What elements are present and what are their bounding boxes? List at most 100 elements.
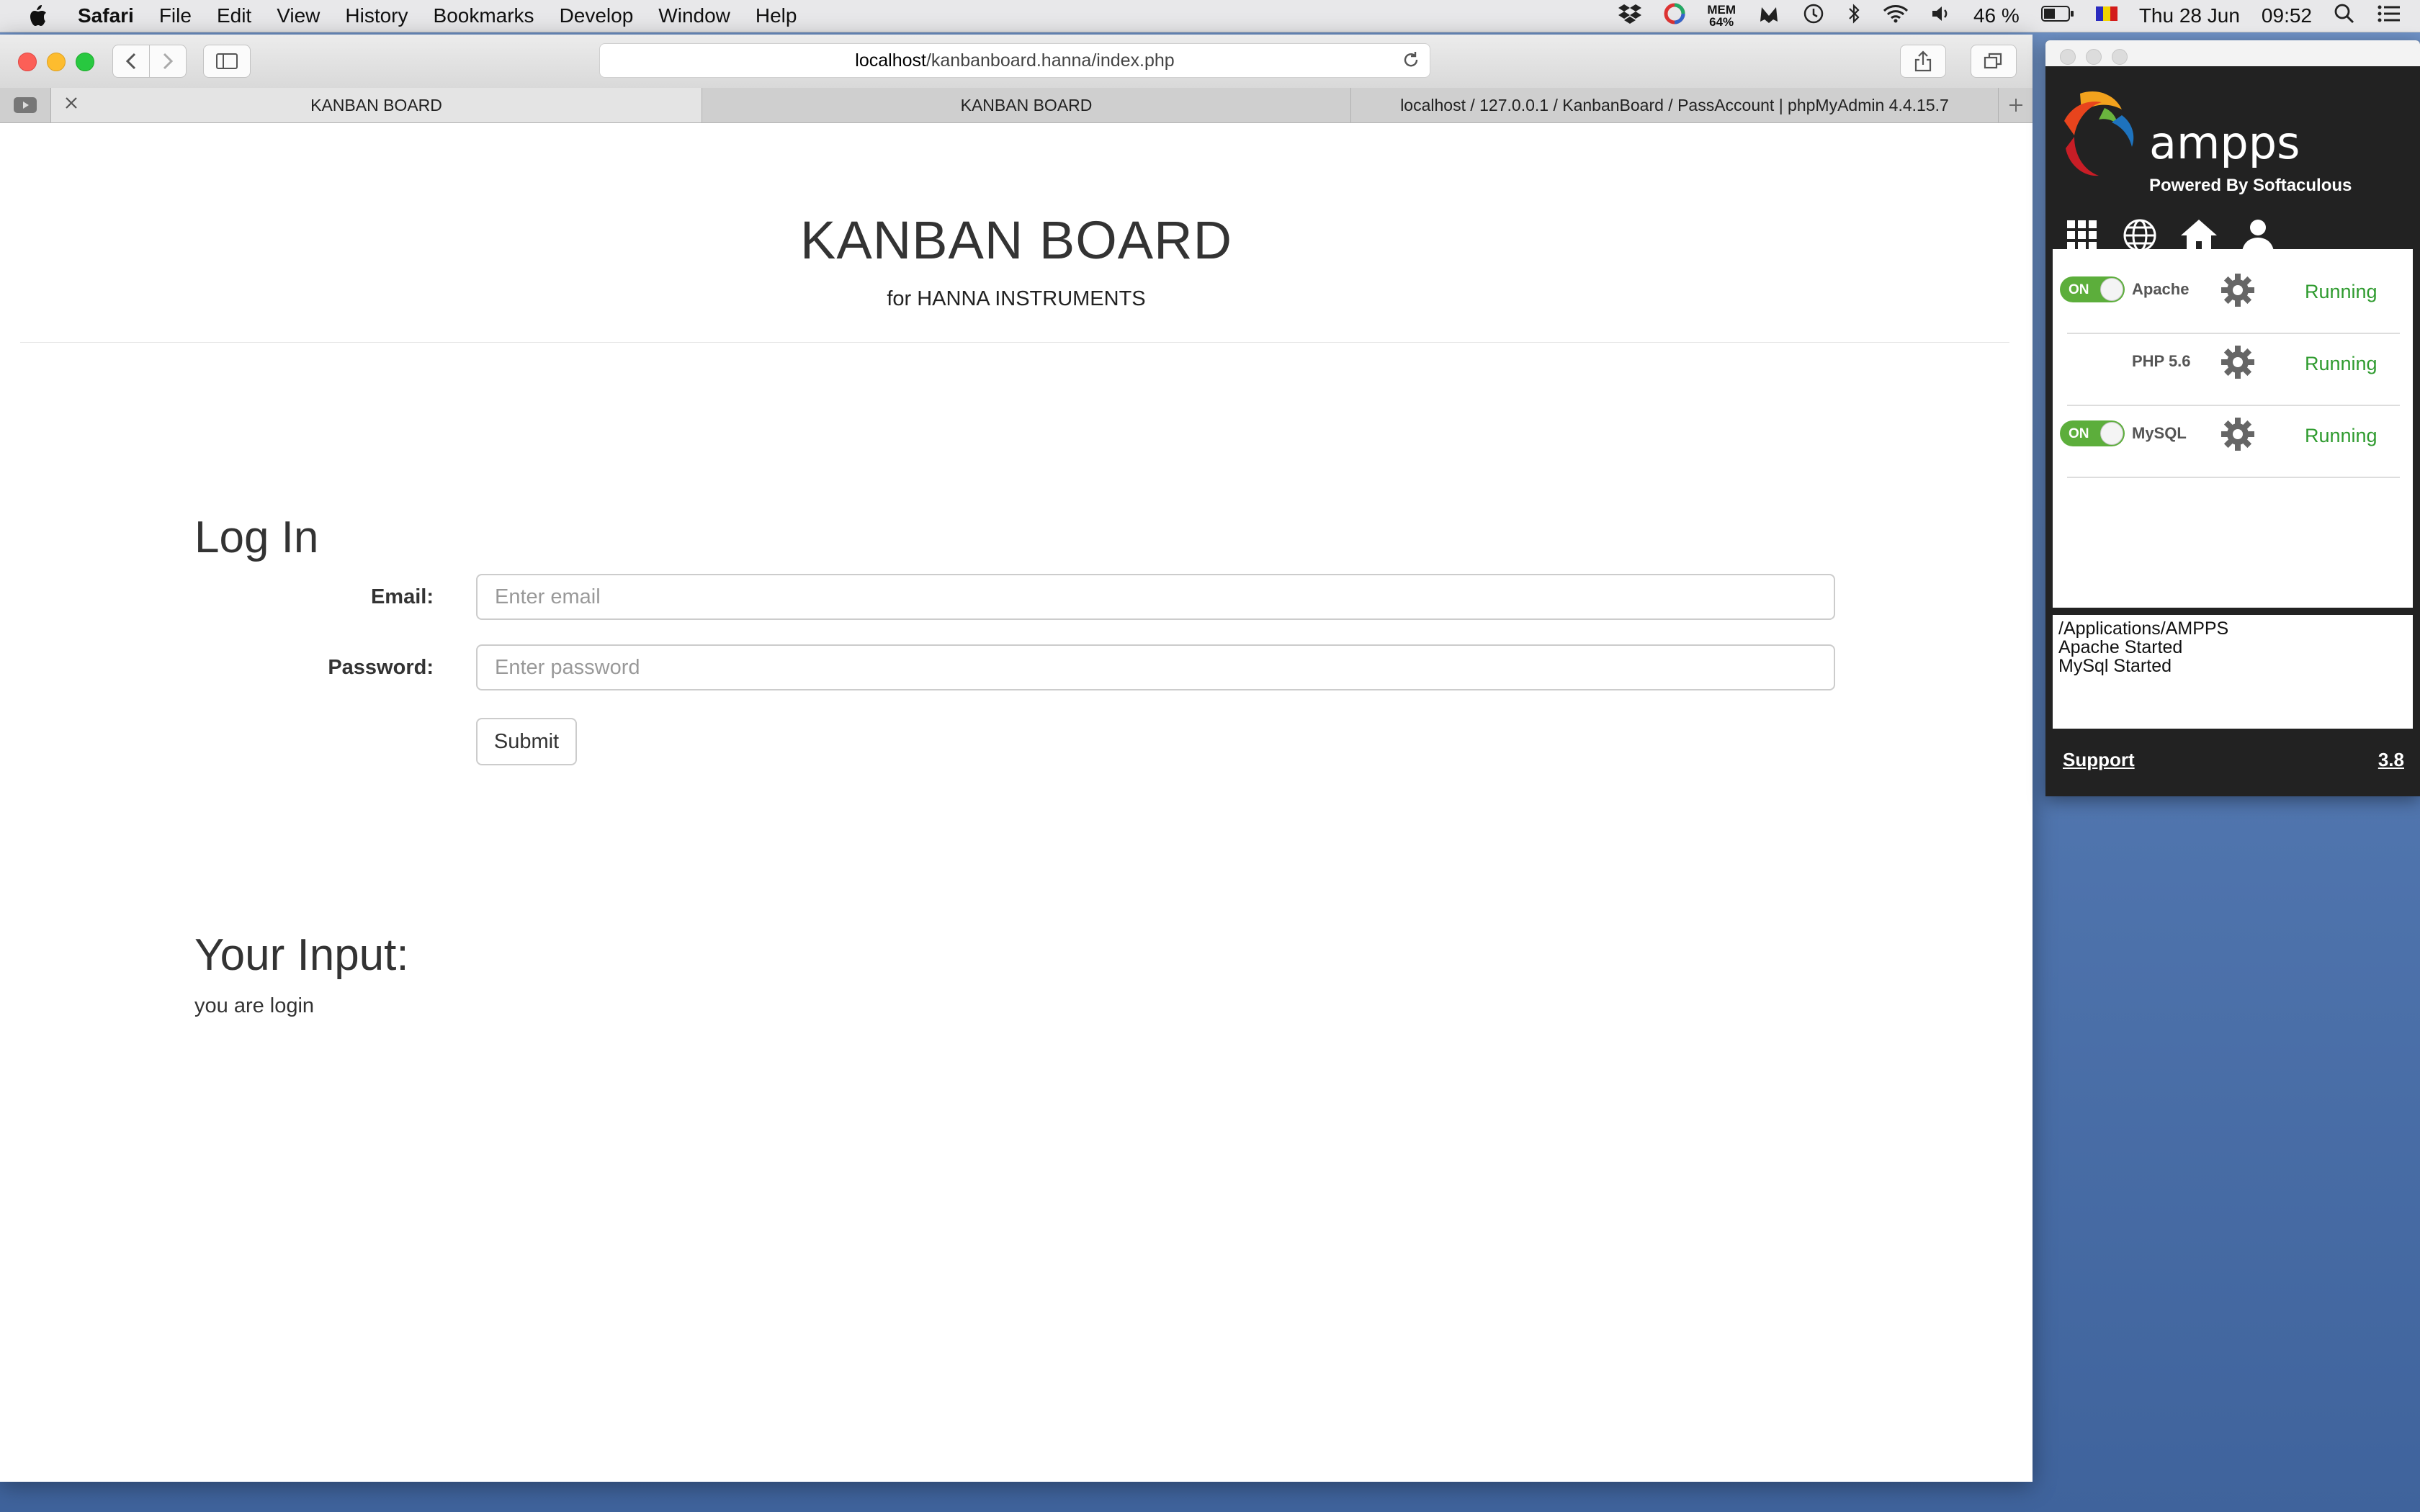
- password-field[interactable]: [476, 644, 1835, 690]
- ampps-powered-by: Powered By Softaculous: [2149, 176, 2352, 195]
- share-icon: [1914, 50, 1932, 72]
- ampps-log: /Applications/AMPPS Apache Started MySql…: [2053, 615, 2413, 729]
- reload-icon[interactable]: [1401, 50, 1421, 75]
- support-link[interactable]: Support: [2063, 749, 2135, 771]
- menu-bookmarks[interactable]: Bookmarks: [434, 4, 534, 27]
- toggle-knob: [2100, 422, 2123, 445]
- ampps-logo-icon: [2058, 86, 2143, 184]
- gear-icon[interactable]: [2220, 416, 2256, 456]
- menu-develop[interactable]: Develop: [560, 4, 634, 27]
- services-panel: ON Apache Running PHP 5.6 Running ON MyS…: [2053, 249, 2413, 608]
- service-name: MySQL: [2132, 424, 2187, 442]
- new-tab-button[interactable]: [1999, 88, 2033, 122]
- menu-history[interactable]: History: [345, 4, 408, 27]
- tab-phpmyadmin[interactable]: localhost / 127.0.0.1 / KanbanBoard / Pa…: [1351, 88, 1999, 122]
- service-row-php: PHP 5.6 Running: [2053, 336, 2413, 408]
- url-path: /kanbanboard.hanna/index.php: [926, 50, 1175, 71]
- volume-icon[interactable]: [1930, 4, 1952, 29]
- spotlight-search-icon[interactable]: [2334, 3, 2355, 30]
- ampps-zoom-button[interactable]: [2112, 49, 2128, 65]
- password-label: Password:: [328, 656, 434, 679]
- toggle-knob: [2100, 278, 2123, 301]
- toggle-label: ON: [2069, 426, 2089, 441]
- your-input-heading: Your Input:: [194, 930, 409, 980]
- tab-kanban-2[interactable]: KANBAN BOARD: [702, 88, 1351, 122]
- sidebar-icon: [216, 53, 238, 69]
- close-window-button[interactable]: [18, 53, 37, 71]
- chevron-right-icon: [163, 53, 174, 70]
- login-heading: Log In: [194, 513, 319, 562]
- menu-edit[interactable]: Edit: [217, 4, 251, 27]
- status-area: MEM 64% 46 % Thu 28 Jun 09:52: [1618, 0, 2401, 32]
- share-button[interactable]: [1900, 45, 1946, 78]
- log-line: MySql Started: [2058, 656, 2172, 676]
- version-link[interactable]: 3.8: [2378, 749, 2404, 771]
- ampps-titlebar: [2045, 40, 2420, 67]
- tab-label: KANBAN BOARD: [960, 95, 1093, 114]
- sidebar-toggle-button[interactable]: [203, 45, 251, 78]
- service-row-mysql: ON MySQL Running: [2053, 408, 2413, 480]
- tab-label: localhost / 127.0.0.1 / KanbanBoard / Pa…: [1400, 95, 1949, 114]
- clock-date[interactable]: Thu 28 Jun: [2139, 4, 2240, 27]
- ampps-minimize-button[interactable]: [2086, 49, 2102, 65]
- divider: [2067, 333, 2400, 334]
- menu-app-safari[interactable]: Safari: [78, 4, 134, 27]
- menu-bar: Safari File Edit View History Bookmarks …: [0, 0, 2420, 32]
- gear-icon[interactable]: [2220, 272, 2256, 312]
- tab-label: KANBAN BOARD: [310, 95, 442, 114]
- minimize-window-button[interactable]: [47, 53, 66, 71]
- service-status: Running: [2305, 353, 2378, 374]
- header-divider: [20, 342, 2009, 343]
- menu-file[interactable]: File: [159, 4, 192, 27]
- plus-icon: [2009, 99, 2022, 112]
- ampps-name: ampps: [2149, 117, 2300, 169]
- divider: [2067, 477, 2400, 478]
- apple-icon[interactable]: [27, 4, 56, 27]
- ampps-close-button[interactable]: [2060, 49, 2076, 65]
- close-tab-icon[interactable]: [63, 94, 80, 116]
- bluetooth-icon[interactable]: [1847, 3, 1861, 30]
- ampps-window: ampps Powered By Softaculous ON Apache R…: [2045, 40, 2420, 796]
- service-status: Running: [2305, 425, 2378, 446]
- submit-button[interactable]: Submit: [476, 718, 577, 765]
- email-field[interactable]: [476, 574, 1835, 620]
- service-name: PHP 5.6: [2132, 352, 2191, 370]
- back-button[interactable]: [112, 45, 150, 78]
- memory-indicator[interactable]: MEM 64%: [1707, 4, 1736, 28]
- email-label: Email:: [370, 585, 434, 608]
- tab-overview-button[interactable]: [1971, 45, 2017, 78]
- apache-toggle[interactable]: ON: [2060, 276, 2125, 302]
- menu-window[interactable]: Window: [658, 4, 730, 27]
- ampps-header: ampps Powered By Softaculous: [2045, 66, 2420, 253]
- menu-help[interactable]: Help: [756, 4, 797, 27]
- input-result-text: you are login: [194, 994, 315, 1017]
- menu-view[interactable]: View: [277, 4, 320, 27]
- malwarebytes-icon[interactable]: [1757, 3, 1780, 30]
- service-name: Apache: [2132, 280, 2190, 298]
- battery-icon[interactable]: [2040, 4, 2074, 27]
- safari-window: localhost/kanbanboard.hanna/index.php KA…: [0, 35, 2033, 1482]
- page-subtitle: for HANNA INSTRUMENTS: [887, 287, 1146, 310]
- browser-toolbar: localhost/kanbanboard.hanna/index.php: [0, 35, 2033, 89]
- colorful-circle-icon[interactable]: [1664, 3, 1685, 30]
- pinned-tab[interactable]: [0, 88, 51, 122]
- log-line: Apache Started: [2058, 637, 2183, 657]
- dropbox-icon[interactable]: [1618, 3, 1642, 30]
- wifi-icon[interactable]: [1883, 4, 1909, 29]
- service-status: Running: [2305, 281, 2378, 302]
- zoom-window-button[interactable]: [76, 53, 94, 71]
- battery-percent[interactable]: 46 %: [1973, 4, 2020, 27]
- notification-center-icon[interactable]: [2377, 4, 2401, 29]
- url-host: localhost: [855, 50, 926, 71]
- flag-icon[interactable]: [2095, 4, 2118, 27]
- memory-value: 64%: [1709, 15, 1734, 29]
- time-machine-icon[interactable]: [1802, 2, 1825, 30]
- chevron-left-icon: [125, 53, 136, 70]
- clock-time[interactable]: 09:52: [2262, 4, 2312, 27]
- mysql-toggle[interactable]: ON: [2060, 420, 2125, 446]
- toggle-label: ON: [2069, 282, 2089, 297]
- address-bar[interactable]: localhost/kanbanboard.hanna/index.php: [599, 43, 1430, 78]
- forward-button[interactable]: [149, 45, 187, 78]
- tab-kanban-1[interactable]: KANBAN BOARD: [51, 88, 702, 122]
- gear-icon[interactable]: [2220, 344, 2256, 384]
